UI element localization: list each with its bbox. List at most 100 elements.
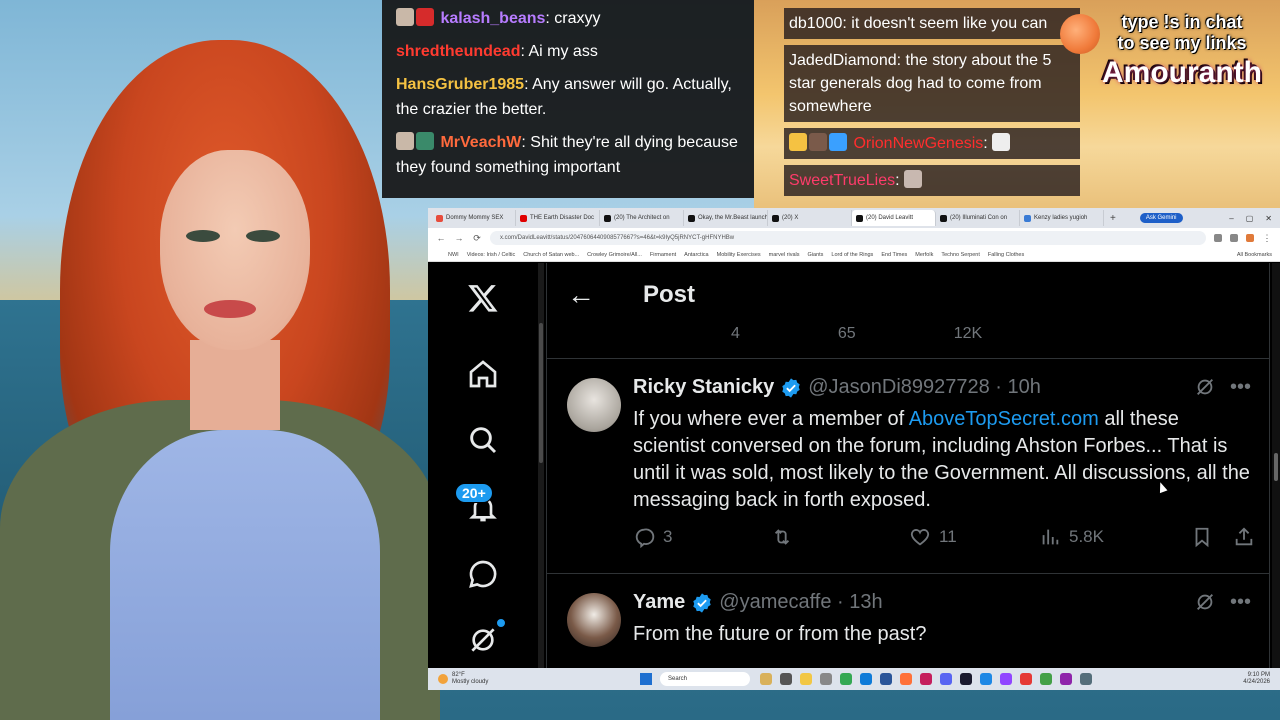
views-button[interactable]: 5.8K — [1039, 526, 1181, 548]
author-name[interactable]: Ricky Stanicky — [633, 376, 774, 399]
scrollbar-thumb[interactable] — [1274, 453, 1278, 481]
app-icon[interactable] — [960, 673, 972, 685]
forward-arrow-icon[interactable]: → — [454, 233, 464, 243]
streamer-top — [110, 430, 380, 720]
peach-icon — [1060, 14, 1100, 54]
close-icon[interactable]: ✕ — [1265, 214, 1272, 223]
search-icon[interactable] — [462, 419, 504, 461]
x-favicon-icon — [688, 214, 695, 222]
reply-button[interactable]: 3 — [633, 526, 771, 548]
extension-icon[interactable] — [1214, 234, 1222, 242]
repost-count[interactable]: 4 — [731, 325, 740, 343]
author-name[interactable]: Yame — [633, 591, 685, 614]
bookmark-item[interactable]: Falling Clothes — [988, 252, 1024, 258]
share-button[interactable] — [1233, 526, 1255, 548]
repost-button[interactable] — [771, 526, 909, 548]
page-scrollbar[interactable] — [1272, 263, 1280, 668]
bookmark-item[interactable]: Techno Serpent — [941, 252, 980, 258]
bookmark-item[interactable]: marvel rivals — [769, 252, 800, 258]
menu-dots-icon[interactable]: ⋮ — [1262, 233, 1272, 244]
browser-tab[interactable]: (20) Illuminati Con on — [936, 210, 1020, 226]
like-button[interactable]: 11 — [909, 526, 1039, 548]
app-icon[interactable] — [820, 673, 832, 685]
back-arrow-icon[interactable]: ← — [567, 279, 607, 311]
avatar[interactable] — [567, 593, 621, 647]
bookmark-item[interactable]: Church of Satan web... — [523, 252, 579, 258]
streamer-neck — [190, 340, 280, 430]
all-bookmarks-button[interactable]: All Bookmarks — [1237, 252, 1280, 258]
chrome-icon[interactable] — [840, 673, 852, 685]
like-count[interactable]: 65 — [838, 325, 856, 343]
bookmark-item[interactable]: Mobility Exercises — [717, 252, 761, 258]
browser-tab[interactable]: Kenzy ladies yugioh — [1020, 210, 1104, 226]
steam-icon[interactable] — [880, 673, 892, 685]
bookmark-item[interactable]: Firmament — [650, 252, 676, 258]
taskbar-search[interactable]: Search — [660, 672, 750, 686]
scrollbar-thumb[interactable] — [539, 323, 543, 463]
settings-icon[interactable] — [1080, 673, 1092, 685]
tweet[interactable]: Yame @yamecaffe · 13h ••• From the futur… — [547, 575, 1269, 668]
tweet-link[interactable]: AboveTopSecret.com — [909, 408, 1099, 430]
grok-icon[interactable] — [1194, 591, 1216, 613]
browser-tab-active[interactable]: (20) David Leavitt — [852, 210, 936, 226]
chat-text: : — [983, 135, 993, 152]
minimize-icon[interactable]: – — [1229, 214, 1233, 223]
bookmark-item[interactable]: Lord of the Rings — [831, 252, 873, 258]
bookmark-item[interactable]: NWI — [448, 252, 459, 258]
bookmark-item[interactable]: Videos: Irish / Celtic — [467, 252, 516, 258]
bookmark-item[interactable]: Crowley Grimoire/All... — [587, 252, 642, 258]
more-options-icon[interactable]: ••• — [1230, 376, 1251, 399]
grok-icon[interactable] — [1194, 376, 1216, 398]
bookmark-item[interactable]: Antarctica — [684, 252, 708, 258]
tweet-menu: ••• — [1194, 591, 1251, 614]
profile-avatar-icon[interactable] — [1246, 234, 1254, 242]
clock-date: 4/24/2026 — [1243, 679, 1270, 685]
cat-emote-icon — [904, 170, 923, 188]
tweet[interactable]: Ricky Stanicky @JasonDi89927728 · 10h ••… — [547, 360, 1269, 574]
extension-icon[interactable] — [1230, 234, 1238, 242]
back-arrow-icon[interactable]: ← — [436, 233, 446, 243]
sidebar-scrollbar[interactable] — [538, 263, 544, 668]
twitch-icon[interactable] — [1000, 673, 1012, 685]
new-tab-button[interactable]: + — [1110, 213, 1116, 224]
x-favicon-icon — [940, 214, 947, 222]
chrome-icon[interactable] — [1040, 673, 1052, 685]
promo-line-1: type !s in chat — [1121, 12, 1243, 32]
browser-tab[interactable]: Dommy Mommy SEX — [432, 210, 516, 226]
reload-icon[interactable]: ⟳ — [472, 233, 482, 244]
avatar[interactable] — [567, 378, 621, 432]
ask-gemini-button[interactable]: Ask Gemini — [1139, 213, 1183, 223]
x-logo-icon[interactable] — [462, 277, 504, 319]
file-explorer-icon[interactable] — [800, 673, 812, 685]
app-icon[interactable] — [920, 673, 932, 685]
app-icon[interactable] — [1020, 673, 1032, 685]
weather-widget[interactable]: 82°F Mostly cloudy — [428, 672, 628, 686]
bookmark-item[interactable]: Merfolk — [915, 252, 933, 258]
widget-icon[interactable] — [760, 673, 772, 685]
firefox-icon[interactable] — [900, 673, 912, 685]
more-options-icon[interactable]: ••• — [1230, 591, 1251, 614]
windows-taskbar: 82°F Mostly cloudy Search 9:10 PM 4/24/2… — [428, 668, 1280, 690]
browser-tab[interactable]: THE Earth Disaster Doc — [516, 210, 600, 226]
author-handle[interactable]: @JasonDi89927728 · 10h — [808, 376, 1041, 399]
bookmark-item[interactable]: End Times — [881, 252, 907, 258]
taskbar-clock[interactable]: 9:10 PM 4/24/2026 — [1243, 672, 1280, 686]
browser-tab[interactable]: Okay, the Mr.Beast launch — [684, 210, 768, 226]
task-view-icon[interactable] — [780, 673, 792, 685]
message-icon[interactable] — [462, 553, 504, 595]
author-handle[interactable]: @yamecaffe · 13h — [719, 591, 882, 614]
app-icon[interactable] — [980, 673, 992, 685]
app-icon[interactable] — [1060, 673, 1072, 685]
maximize-icon[interactable]: ▢ — [1246, 214, 1254, 223]
browser-tab[interactable]: (20) X — [768, 210, 852, 226]
browser-tab[interactable]: (20) The Architect on — [600, 210, 684, 226]
view-count[interactable]: 12K — [954, 325, 982, 343]
edge-icon[interactable] — [860, 673, 872, 685]
bookmark-item[interactable]: Giants — [808, 252, 824, 258]
windows-start-icon[interactable] — [640, 673, 652, 685]
chat-username: JadedDiamond — [789, 52, 897, 69]
bookmark-button[interactable] — [1191, 526, 1213, 548]
home-icon[interactable] — [462, 353, 504, 395]
url-input[interactable]: x.com/DavidLeavitt/status/20476064409085… — [490, 231, 1206, 245]
discord-icon[interactable] — [940, 673, 952, 685]
